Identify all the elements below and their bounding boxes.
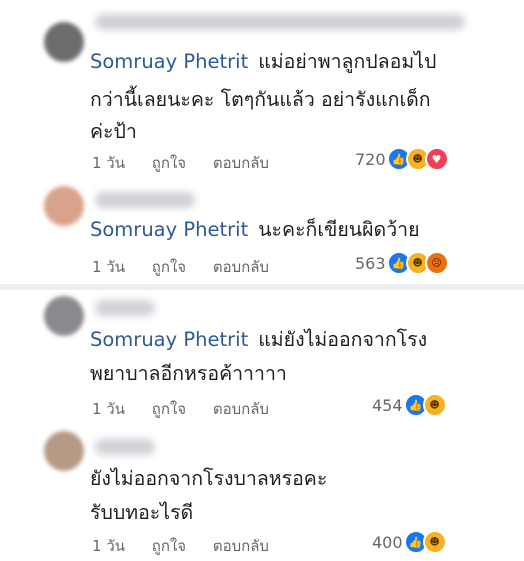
comment-2: Somruay Phetrit นะคะก็เขียนผิดว้าย 1 วัน … — [0, 180, 524, 284]
like-button[interactable]: ถูกใจ — [152, 400, 186, 418]
reaction-summary[interactable]: 720 👍 ☻ ♥ — [355, 147, 449, 171]
reaction-summary[interactable]: 400 👍 ☻ — [372, 530, 447, 554]
love-icon: ♥ — [424, 147, 449, 171]
blurred-author-name[interactable] — [95, 192, 195, 208]
comment-text-line: พยาบาลอีกหรอค้าาาาา — [90, 362, 287, 385]
comment-text-line: รับบทอะไรดี — [90, 501, 194, 524]
comment-actions: 1 วัน ถูกใจ ตอบกลับ — [92, 151, 291, 175]
comment-actions: 1 วัน ถูกใจ ตอบกลับ — [92, 534, 291, 558]
avatar[interactable] — [44, 22, 84, 62]
avatar[interactable] — [44, 186, 84, 226]
reaction-count: 563 — [355, 253, 386, 273]
avatar[interactable] — [44, 431, 84, 471]
mention-link[interactable]: Somruay Phetrit — [90, 328, 248, 351]
blurred-author-name[interactable] — [95, 300, 155, 316]
like-button[interactable]: ถูกใจ — [152, 154, 186, 172]
blurred-author-name[interactable] — [95, 439, 155, 455]
blurred-author-name[interactable] — [95, 14, 465, 30]
mention-link[interactable]: Somruay Phetrit — [90, 218, 248, 241]
reaction-summary[interactable]: 563 👍 ☻ ☹ — [355, 251, 449, 275]
reaction-count: 454 — [372, 395, 403, 415]
timestamp[interactable]: 1 วัน — [92, 537, 125, 555]
timestamp[interactable]: 1 วัน — [92, 400, 125, 418]
reaction-count: 720 — [355, 149, 386, 169]
comment-3: Somruay Phetrit แม่ยังไม่ออกจากโรง พยาบาล… — [0, 290, 524, 425]
like-button[interactable]: ถูกใจ — [152, 537, 186, 555]
reply-button[interactable]: ตอบกลับ — [213, 537, 269, 555]
reaction-count: 400 — [372, 532, 403, 552]
comment-text-line: ค่ะป้า — [90, 120, 137, 143]
reply-button[interactable]: ตอบกลับ — [213, 258, 269, 276]
like-button[interactable]: ถูกใจ — [152, 258, 186, 276]
comment-text-line: Somruay Phetrit แม่ยังไม่ออกจากโรง — [90, 328, 428, 351]
comment-text-line: กว่านี้เลยนะคะ โตๆกันแล้ว อย่ารังแกเด็ก — [90, 88, 431, 111]
haha-icon: ☻ — [422, 530, 447, 554]
comment-actions: 1 วัน ถูกใจ ตอบกลับ — [92, 255, 291, 279]
mention-link[interactable]: Somruay Phetrit — [90, 50, 248, 73]
timestamp[interactable]: 1 วัน — [92, 258, 125, 276]
comment-text-line: ยังไม่ออกจากโรงบาลหรอคะ — [90, 467, 328, 490]
comment-text-line: Somruay Phetrit นะคะก็เขียนผิดว้าย — [90, 218, 420, 241]
timestamp[interactable]: 1 วัน — [92, 154, 125, 172]
comment-text-line: Somruay Phetrit แม่อย่าพาลูกปลอมไป — [90, 50, 437, 73]
comment-1: Somruay Phetrit แม่อย่าพาลูกปลอมไป กว่านี… — [0, 0, 524, 180]
comment-4: ยังไม่ออกจากโรงบาลหรอคะ รับบทอะไรดี 1 วั… — [0, 425, 524, 561]
reply-button[interactable]: ตอบกลับ — [213, 154, 269, 172]
reply-button[interactable]: ตอบกลับ — [213, 400, 269, 418]
haha-icon: ☻ — [422, 393, 447, 417]
reaction-summary[interactable]: 454 👍 ☻ — [372, 393, 447, 417]
angry-icon: ☹ — [424, 251, 449, 275]
comment-actions: 1 วัน ถูกใจ ตอบกลับ — [92, 397, 291, 421]
avatar[interactable] — [44, 296, 84, 336]
